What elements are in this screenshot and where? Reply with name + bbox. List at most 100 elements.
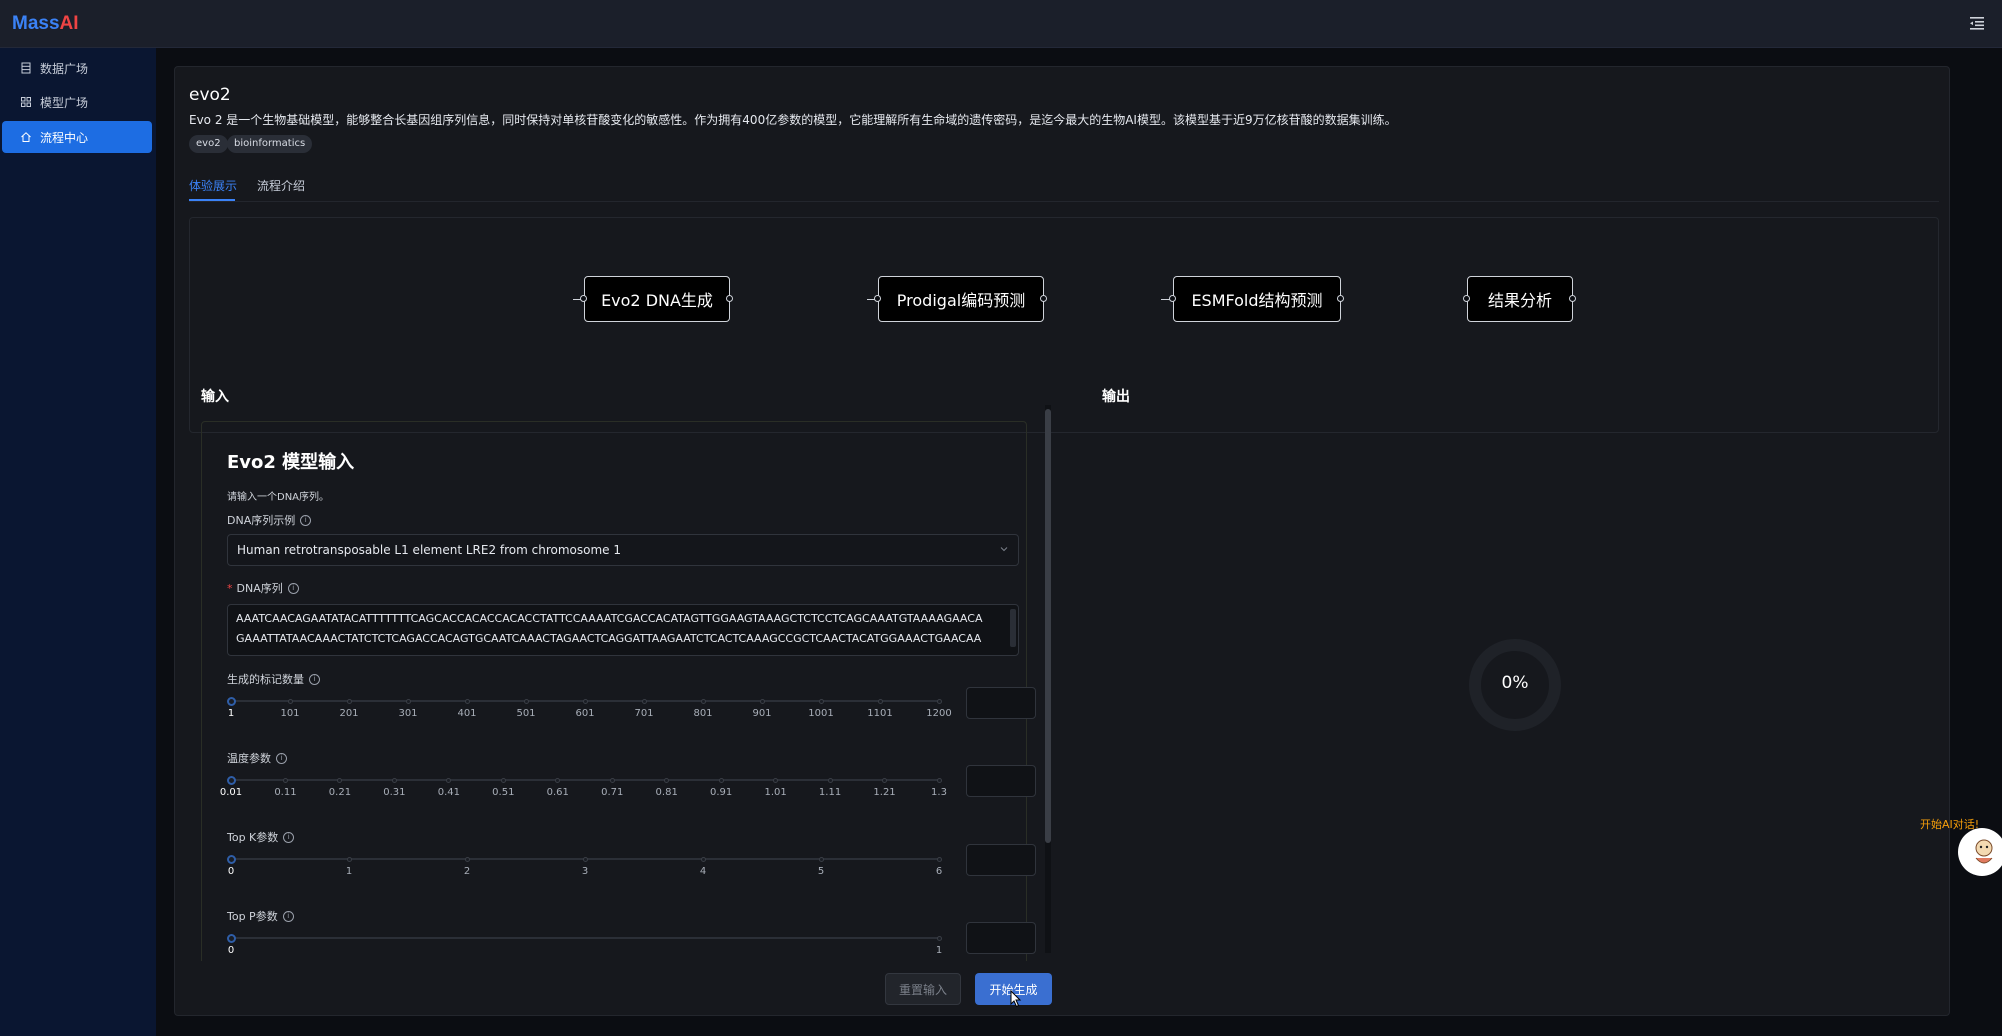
slider-handle[interactable] xyxy=(226,775,236,785)
app-logo[interactable]: MassAI xyxy=(12,13,79,35)
info-icon[interactable]: i xyxy=(283,831,295,843)
slider-tick-label: 1200 xyxy=(926,708,952,719)
flow-node-esmfold[interactable]: ESMFold结构预测 xyxy=(1173,276,1341,322)
slider-tick-label: 1.01 xyxy=(764,787,787,798)
input-scrollbar-thumb[interactable] xyxy=(1045,409,1051,843)
slider-tick-label: 0.31 xyxy=(383,787,406,798)
slider-handle[interactable] xyxy=(226,933,236,943)
node-port[interactable] xyxy=(1463,295,1470,302)
workflow-diagram: Evo2 DNA生成 Prodigal编码预测 ESMFold结构预测 结果分析 xyxy=(189,217,1953,435)
sidebar-item-model-square[interactable]: 模型广场 xyxy=(2,86,152,118)
tokens-number-input[interactable] xyxy=(966,687,1036,719)
slider-tick xyxy=(282,777,288,783)
slider-tick-label: 1.11 xyxy=(818,787,842,798)
info-icon[interactable]: i xyxy=(276,752,287,764)
textarea-scrollbar[interactable] xyxy=(1010,609,1016,647)
dna-example-select[interactable]: Human retrotransposable L1 element LRE2 … xyxy=(227,534,1019,566)
input-section-title: 输入 xyxy=(201,389,229,405)
slider-tick xyxy=(759,698,765,704)
form-hint: 请输入一个DNA序列。 xyxy=(227,492,330,503)
mouse-cursor-icon xyxy=(1010,990,1022,1008)
topk-label: Top K参数 i xyxy=(227,829,295,845)
example-label-text: DNA序列示例 xyxy=(227,514,296,527)
slider-tick xyxy=(882,777,888,783)
database-icon xyxy=(21,62,31,74)
slider-tick xyxy=(582,698,588,704)
top-bar: MassAI xyxy=(0,0,2002,48)
tab-demo[interactable]: 体验展示 xyxy=(189,177,237,194)
slider-tick xyxy=(464,856,470,862)
slider-tick xyxy=(287,698,293,704)
tag-evo2: evo2 xyxy=(189,135,228,153)
input-panel: Evo2 模型输入 请输入一个DNA序列。 DNA序列示例 i Human ret… xyxy=(201,421,1041,961)
temperature-label: 温度参数 i xyxy=(227,750,287,766)
temperature-number-input[interactable] xyxy=(966,765,1036,797)
slider-handle[interactable] xyxy=(226,696,236,706)
tab-active-indicator xyxy=(189,199,235,201)
topp-number-input[interactable] xyxy=(966,922,1036,954)
slider-tick-label: 1 xyxy=(227,708,235,719)
dna-label: * DNA序列 i xyxy=(227,580,299,596)
slider-rail[interactable] xyxy=(231,937,939,939)
slider-tick-label: 201 xyxy=(339,708,359,719)
page-description: Evo 2 是一个生物基础模型，能够整合长基因组序列信息，同时保持对单核苷酸变化… xyxy=(189,113,1397,127)
slider-tick-label: 0.21 xyxy=(328,787,352,798)
slider-tick xyxy=(718,777,724,783)
flow-node-prodigal[interactable]: Prodigal编码预测 xyxy=(878,276,1044,322)
slider-tick-label: 0.91 xyxy=(710,787,733,798)
node-port[interactable] xyxy=(1337,295,1344,302)
node-port[interactable] xyxy=(726,295,733,302)
ai-assistant-avatar[interactable] xyxy=(1958,828,2002,876)
tag-bioinformatics: bioinformatics xyxy=(227,135,313,153)
slider-handle[interactable] xyxy=(226,854,236,864)
flow-node-evo2[interactable]: Evo2 DNA生成 xyxy=(584,276,730,322)
slider-tick-label: 5 xyxy=(817,866,825,877)
slider-tick xyxy=(818,856,824,862)
reset-input-button[interactable]: 重置输入 xyxy=(885,973,961,1005)
dna-sequence-input[interactable]: AAATCAACAGAATATACATTTTTTTCAGCACCACACCACA… xyxy=(227,604,1019,656)
slider-tick-label: 0 xyxy=(227,866,235,877)
slider-tick-label: 601 xyxy=(575,708,595,719)
slider-tick xyxy=(405,698,411,704)
menu-fold-icon[interactable] xyxy=(1968,14,1986,32)
slider-tick xyxy=(582,856,588,862)
slider-tick xyxy=(609,777,615,783)
node-port[interactable] xyxy=(580,295,587,302)
node-port[interactable] xyxy=(874,295,881,302)
node-port[interactable] xyxy=(1040,295,1047,302)
sidebar-item-label: 数据广场 xyxy=(40,61,89,76)
node-port[interactable] xyxy=(1169,295,1176,302)
home-icon xyxy=(21,132,31,142)
slider-tick-label: 1 xyxy=(935,945,943,956)
input-form-card: Evo2 模型输入 请输入一个DNA序列。 DNA序列示例 i Human ret… xyxy=(201,421,1036,961)
sidebar-item-data-square[interactable]: 数据广场 xyxy=(2,52,152,84)
slider-tick-label: 801 xyxy=(693,708,713,719)
info-icon[interactable]: i xyxy=(309,673,320,685)
slider-tick xyxy=(700,698,706,704)
info-icon[interactable]: i xyxy=(300,514,312,526)
chevron-down-icon xyxy=(1000,547,1008,552)
slider-tick xyxy=(818,698,824,704)
slider-tick-label: 1.21 xyxy=(873,787,896,798)
slider-tick-label: 0.11 xyxy=(274,787,297,798)
tab-intro[interactable]: 流程介绍 xyxy=(257,177,305,194)
grid-icon xyxy=(21,97,31,107)
dna-line: AAATCAACAGAATATACATTTTTTTCAGCACCACACCACA… xyxy=(236,612,983,625)
slider-tick-label: 4 xyxy=(699,866,707,877)
topk-number-input[interactable] xyxy=(966,844,1036,876)
topp-label: Top P参数 i xyxy=(227,908,294,924)
topk-label-text: Top K参数 xyxy=(227,831,279,844)
dna-label-text: DNA序列 xyxy=(236,582,283,595)
info-icon[interactable]: i xyxy=(282,910,294,922)
workflow-canvas xyxy=(189,217,1939,433)
slider-tick xyxy=(936,856,942,862)
slider-tick xyxy=(641,698,647,704)
flow-node-analysis[interactable]: 结果分析 xyxy=(1467,276,1573,322)
sidebar: 数据广场 模型广场 流程中心 xyxy=(0,48,156,1036)
sidebar-item-workflow-center[interactable]: 流程中心 xyxy=(2,121,152,153)
node-port[interactable] xyxy=(1569,295,1576,302)
slider-tick xyxy=(773,777,779,783)
info-icon[interactable]: i xyxy=(287,582,299,594)
slider-tick xyxy=(936,698,942,704)
slider-tick-label: 401 xyxy=(457,708,477,719)
